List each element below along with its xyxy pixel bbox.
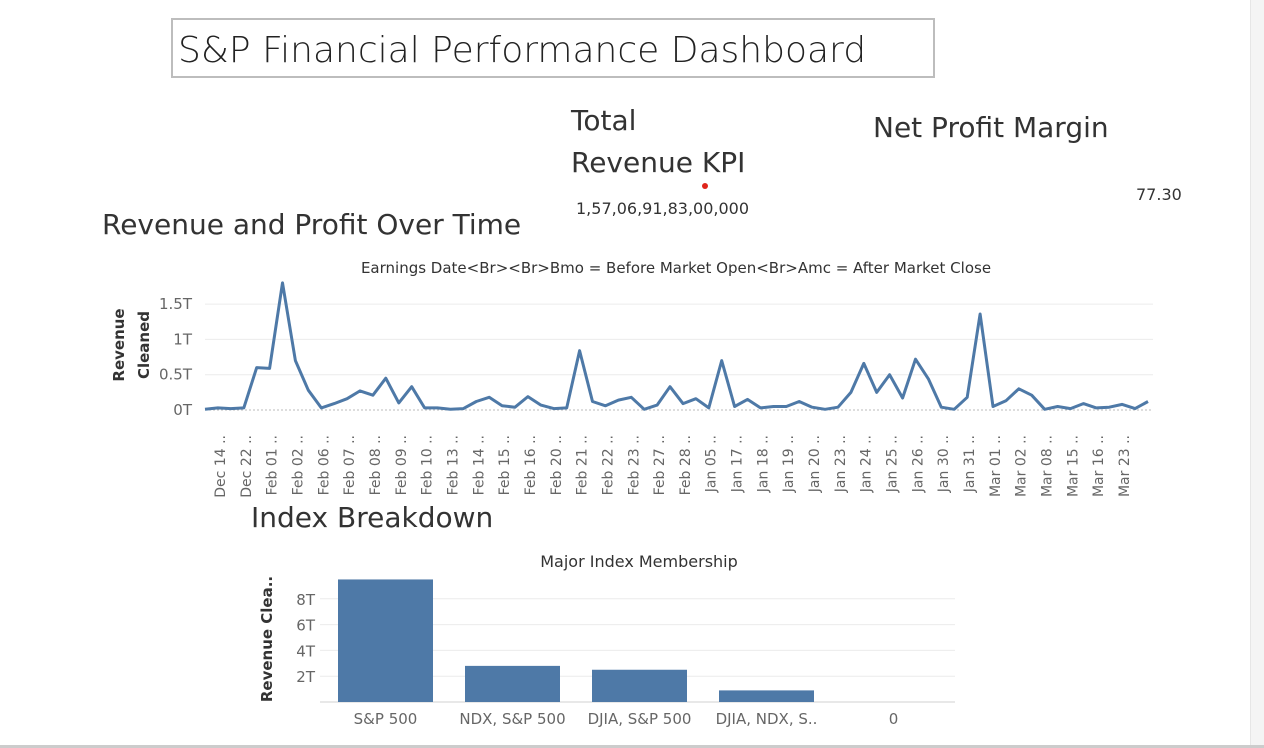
line-chart-xtick-label: Jan 18 ..	[755, 435, 771, 493]
line-chart-xtick-label: Feb 16 ..	[523, 435, 539, 495]
line-chart-xtick-label: Jan 30 ..	[936, 435, 952, 493]
line-chart-xtick-label: Feb 15 ..	[497, 435, 513, 495]
line-chart-ytick-label: 1.5T	[159, 295, 193, 313]
line-chart-xtick-label: Mar 08 ..	[1040, 435, 1056, 497]
line-chart-xtick-label: Jan 26 ..	[910, 435, 926, 493]
line-chart-xtick-label: Jan 23 ..	[833, 435, 849, 493]
line-chart-xtick-label: Feb 09 ..	[394, 435, 410, 495]
line-chart-xtick-label: Jan 19 ..	[781, 435, 797, 493]
bar-chart-category-label: S&P 500	[354, 710, 418, 728]
line-chart-xtick-label: Feb 27 ..	[652, 435, 668, 495]
line-chart-xtick-label: Feb 10 ..	[420, 435, 436, 495]
line-chart-xtick-label: Feb 02 ..	[291, 435, 307, 495]
line-chart-xtick-label: Feb 28 ..	[678, 435, 694, 495]
line-chart-title: Earnings Date<Br><Br>Bmo = Before Market…	[361, 259, 991, 277]
line-chart-xtick-label: Mar 01 ..	[988, 435, 1004, 497]
revenue-profit-section-title: Revenue and Profit Over Time	[102, 208, 522, 241]
line-chart-xtick-label: Jan 17 ..	[730, 435, 746, 493]
bar-1[interactable]	[465, 665, 560, 702]
line-chart-xtick-label: Feb 22 ..	[600, 435, 616, 495]
line-chart-ylabel-line2: Cleaned	[135, 311, 153, 379]
line-chart-xtick-label: Dec 14 ..	[213, 435, 229, 498]
line-chart-xtick-label: Feb 23 ..	[626, 435, 642, 495]
line-chart-xtick-label: Jan 31 ..	[962, 435, 978, 493]
bar-0[interactable]	[338, 579, 433, 702]
line-chart-xtick-label: Jan 20 ..	[807, 435, 823, 493]
line-chart-xtick-label: Feb 07 ..	[342, 435, 358, 495]
line-chart-xtick-label: Feb 01 ..	[265, 435, 281, 495]
index-membership-bar-chart: Major Index Membership Revenue Clea.. 2T…	[258, 552, 955, 728]
line-chart-xtick-label: Feb 21 ..	[575, 435, 591, 495]
revenue-over-time-line-chart: Earnings Date<Br><Br>Bmo = Before Market…	[110, 259, 1153, 498]
bar-chart-category-label: 0	[889, 710, 899, 728]
line-chart-xtick-label: Mar 23 ..	[1117, 435, 1133, 497]
bar-chart-ytick-label: 6T	[296, 617, 316, 635]
line-chart-ylabel-line1: Revenue	[110, 308, 128, 381]
line-chart-xtick-label: Mar 16 ..	[1091, 435, 1107, 497]
bar-2[interactable]	[592, 669, 687, 702]
line-chart-xtick-label: Feb 14 ..	[471, 435, 487, 495]
line-chart-xtick-label: Feb 08 ..	[368, 435, 384, 495]
right-scroll-region	[1250, 0, 1264, 748]
total-revenue-kpi-value: 1,57,06,91,83,00,000	[576, 199, 750, 218]
line-chart-xtick-label: Jan 24 ..	[859, 435, 875, 493]
bar-chart-category-label: DJIA, S&P 500	[588, 710, 692, 728]
line-chart-xtick-label: Jan 05 ..	[704, 435, 720, 493]
line-chart-ytick-label: 1T	[173, 330, 193, 348]
line-chart-xtick-label: Jan 25 ..	[885, 435, 901, 493]
line-chart-xtick-label: Mar 02 ..	[1014, 435, 1030, 497]
dashboard-title-box: S&P Financial Performance Dashboard	[171, 18, 935, 78]
bar-chart-title: Major Index Membership	[540, 552, 738, 571]
bar-chart-ytick-label: 2T	[296, 668, 316, 686]
net-profit-margin-value: 77.30	[1136, 185, 1182, 204]
total-revenue-kpi-label-line2: Revenue KPI	[571, 146, 746, 179]
bar-chart-ytick-label: 8T	[296, 591, 316, 609]
line-chart-xtick-label: Dec 22 ..	[239, 435, 255, 498]
bar-3[interactable]	[719, 690, 814, 702]
bar-chart-ylabel: Revenue Clea..	[258, 576, 276, 702]
line-chart-xtick-label: Feb 13 ..	[446, 435, 462, 495]
line-chart-xtick-label: Feb 20 ..	[549, 435, 565, 495]
line-chart-xtick-label: Feb 06 ..	[316, 435, 332, 495]
line-chart-ytick-label: 0T	[173, 401, 193, 419]
bar-chart-ytick-label: 4T	[296, 642, 316, 660]
line-chart-ytick-label: 0.5T	[159, 366, 193, 384]
dashboard-title: S&P Financial Performance Dashboard	[178, 30, 867, 71]
bar-chart-category-label: DJIA, NDX, S..	[716, 710, 818, 728]
kpi-marker-dot	[702, 183, 708, 189]
total-revenue-kpi-label-line1: Total	[571, 104, 637, 137]
net-profit-margin-label: Net Profit Margin	[873, 111, 1109, 144]
bar-chart-category-label: NDX, S&P 500	[459, 710, 565, 728]
line-chart-xtick-label: Mar 15 ..	[1065, 435, 1081, 497]
revenue-series-line	[204, 281, 1149, 411]
